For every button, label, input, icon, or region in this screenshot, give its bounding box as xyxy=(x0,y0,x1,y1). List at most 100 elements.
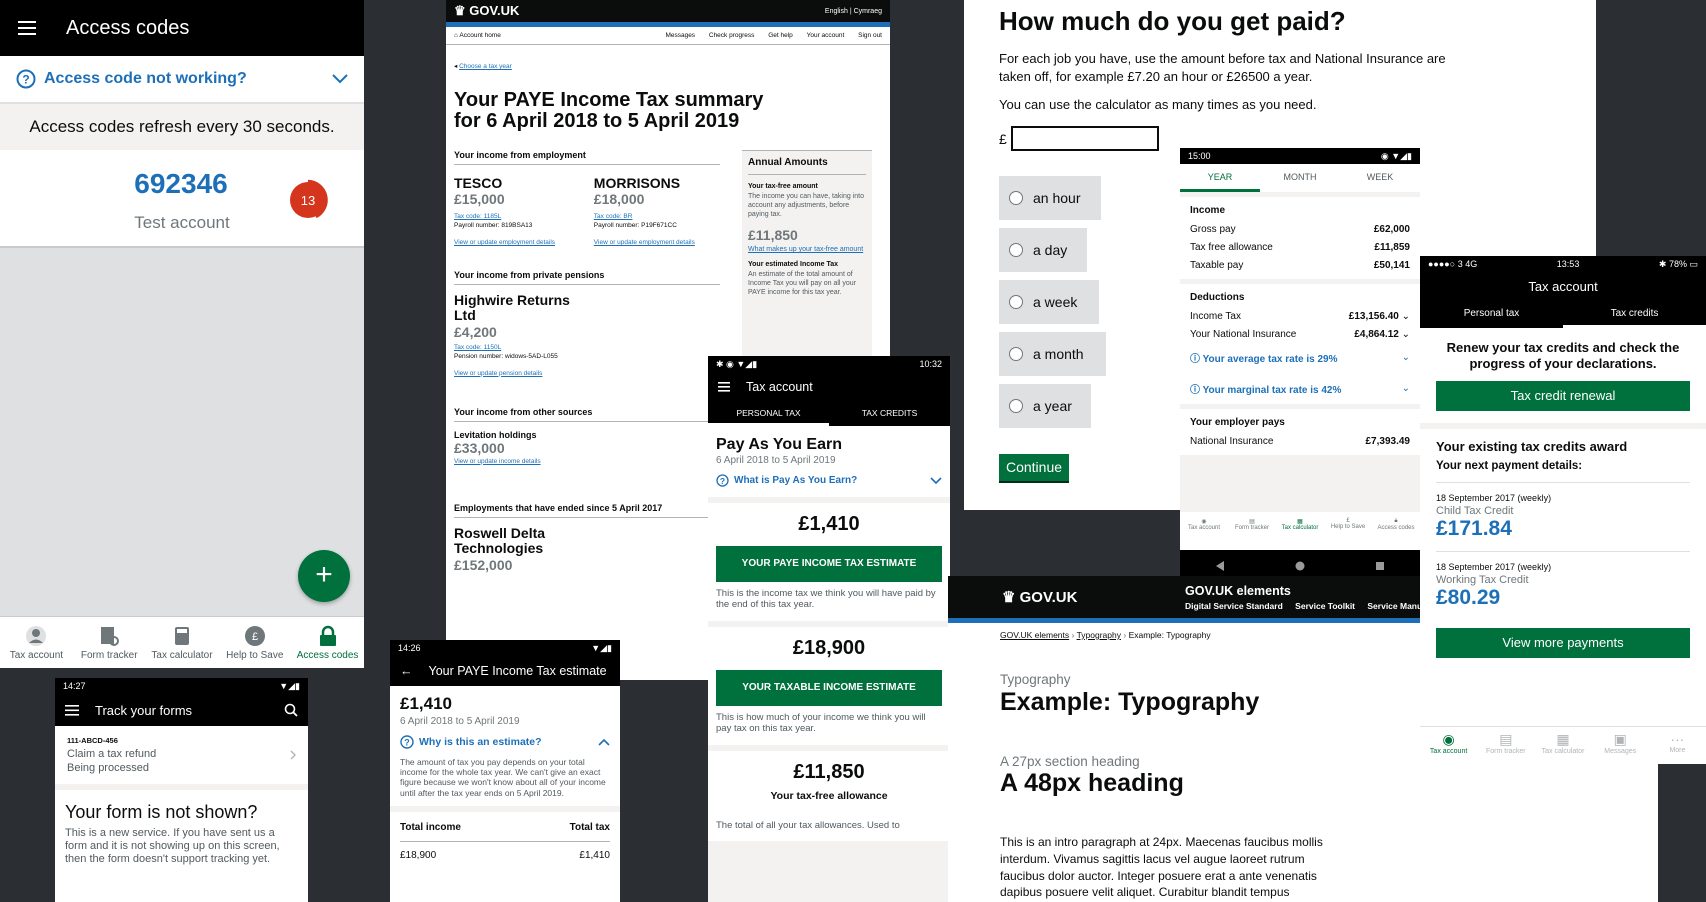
link-service-standard[interactable]: Digital Service Standard xyxy=(1185,601,1283,611)
menu-icon[interactable] xyxy=(18,21,36,35)
help-circle-icon: ⓘ xyxy=(1190,385,1203,396)
tab-tax-credits[interactable]: Tax credits xyxy=(1563,302,1706,328)
continue-button[interactable]: Continue xyxy=(999,454,1069,481)
home-circle-icon[interactable] xyxy=(1295,561,1305,571)
tab-help-to-save[interactable]: £ Help to Save xyxy=(1324,512,1372,550)
status-time: 10:32 xyxy=(919,359,942,369)
radio-label: an hour xyxy=(1033,190,1081,206)
average-rate-toggle[interactable]: ⓘ Your average tax rate is 29% ⌄ xyxy=(1190,350,1410,365)
nav-check-progress[interactable]: Check progress xyxy=(709,32,755,39)
tab-tax-credits[interactable]: TAX CREDITS xyxy=(829,402,950,426)
back-link[interactable]: ◂ Choose a tax year xyxy=(454,62,512,70)
tab-form-tracker[interactable]: Form tracker xyxy=(73,617,146,668)
card-note: The total of all your tax allowances. Us… xyxy=(716,819,900,831)
bottom-tab-bar: ◉ Tax account ▤ Form tracker ▦ Tax calculat… xyxy=(1420,726,1706,764)
tab-month[interactable]: MONTH xyxy=(1260,164,1340,192)
tab-access-codes[interactable]: 🔒︎ Access codes xyxy=(1372,512,1420,550)
account-nav: ⌂ Account home Messages Check progress G… xyxy=(446,27,890,45)
tab-personal-tax[interactable]: Personal tax xyxy=(1420,302,1563,328)
radio-month[interactable]: a month xyxy=(999,332,1106,376)
breadcrumb-link[interactable]: GOV.UK elements xyxy=(1000,630,1069,640)
radio-day[interactable]: a day xyxy=(999,228,1087,272)
tab-personal-tax[interactable]: PERSONAL TAX xyxy=(708,402,829,426)
back-triangle-icon[interactable] xyxy=(1215,561,1225,571)
radio-hour[interactable]: an hour xyxy=(999,176,1101,220)
tab-form-tracker[interactable]: ▤ Form tracker xyxy=(1477,727,1534,764)
nav-sign-out[interactable]: Sign out xyxy=(858,32,882,39)
nav-messages[interactable]: Messages xyxy=(665,32,695,39)
tab-tax-account[interactable]: ◉ Tax account xyxy=(1420,727,1477,764)
menu-icon[interactable] xyxy=(65,704,79,716)
access-code-help-toggle[interactable]: ? Access code not working? xyxy=(0,56,364,104)
status-time: 15:00 xyxy=(1188,151,1211,161)
tab-help-to-save[interactable]: £ Help to Save xyxy=(218,617,291,668)
language-toggle[interactable]: English | Cymraeg xyxy=(825,8,882,15)
crown-icon: ♛ xyxy=(1002,589,1020,606)
tax-credit-renewal-button[interactable]: Tax credit renewal xyxy=(1436,381,1690,412)
page-heading: Your PAYE Income Tax summary for 6 April… xyxy=(454,89,764,132)
tab-week[interactable]: WEEK xyxy=(1340,164,1420,192)
tab-tax-calculator[interactable]: Tax calculator xyxy=(146,617,219,668)
menu-icon[interactable] xyxy=(718,382,730,392)
what-is-paye-toggle[interactable]: ? What is Pay As You Earn? xyxy=(716,474,942,487)
table-row[interactable]: Your National Insurance £4,864.12 ⌄ xyxy=(1190,329,1410,340)
back-arrow-icon[interactable]: ← xyxy=(400,664,413,678)
period-tabs: YEAR MONTH WEEK xyxy=(1180,164,1420,192)
document-icon: ▤ xyxy=(1499,731,1513,747)
help-circle-icon: ? xyxy=(716,474,729,487)
pension-number: Pension number: widows-5AD-L055 xyxy=(454,352,558,360)
nav-your-account[interactable]: Your account xyxy=(807,32,845,39)
update-pension-link[interactable]: View or update pension details xyxy=(454,370,720,377)
paye-estimate-button[interactable]: YOUR PAYE INCOME TAX ESTIMATE xyxy=(716,546,942,582)
ended-employer-amount: £152,000 xyxy=(454,556,513,573)
radio-year[interactable]: a year xyxy=(999,384,1091,428)
why-estimate-toggle[interactable]: ? Why is this an estimate? xyxy=(400,735,610,749)
table-row[interactable]: Income Tax £13,156.40 ⌄ xyxy=(1190,311,1410,322)
tax-code-link[interactable]: Tax code: 1185L xyxy=(454,213,594,220)
nav-home[interactable]: ⌂ Account home xyxy=(454,32,501,39)
recents-square-icon[interactable] xyxy=(1375,561,1385,571)
add-account-button[interactable]: + xyxy=(298,550,350,602)
pay-amount-input[interactable] xyxy=(1010,126,1159,151)
crown-icon: ♛ xyxy=(454,3,470,18)
breadcrumb-link[interactable]: Typography xyxy=(1077,630,1121,640)
column-header: Total tax xyxy=(569,821,610,833)
taxable-income-button[interactable]: YOUR TAXABLE INCOME ESTIMATE xyxy=(716,669,942,706)
nav-get-help[interactable]: Get help xyxy=(768,32,793,39)
marginal-rate-toggle[interactable]: ⓘ Your marginal tax rate is 42% ⌄ xyxy=(1190,381,1410,396)
tax-code-link[interactable]: Tax code: 1150L xyxy=(454,344,720,351)
update-employment-link[interactable]: View or update employment details xyxy=(594,239,720,246)
tab-messages[interactable]: ▣ Messages xyxy=(1592,727,1649,764)
search-icon[interactable] xyxy=(284,703,298,717)
tab-access-codes[interactable]: Access codes xyxy=(291,617,364,668)
radio-circle xyxy=(1009,243,1023,257)
tab-form-tracker[interactable]: ▤ Form tracker xyxy=(1228,512,1276,550)
radio-week[interactable]: a week xyxy=(999,280,1099,324)
tab-year[interactable]: YEAR xyxy=(1180,164,1260,192)
radio-circle xyxy=(1009,295,1023,309)
tab-tax-calculator[interactable]: ▦ Tax calculator xyxy=(1276,512,1324,550)
tax-free-breakdown-link[interactable]: What makes up your tax-free amount xyxy=(748,246,866,253)
tab-more[interactable]: ··· More xyxy=(1649,727,1706,764)
help-label: Access code not working? xyxy=(44,70,247,87)
govuk-logo[interactable]: ♛ GOV.UK xyxy=(1002,588,1185,606)
update-income-link[interactable]: View or update income details xyxy=(454,458,720,465)
help-circle-icon: ? xyxy=(400,735,414,749)
tab-tax-calculator[interactable]: ▦ Tax calculator xyxy=(1534,727,1591,764)
screen-title: Access codes xyxy=(66,16,190,39)
paye-estimate-screen: 14:26 ▼◢▮ ← Your PAYE Income Tax estimate… xyxy=(390,640,620,902)
tab-tax-account[interactable]: Tax account xyxy=(0,617,73,668)
form-reference: 111-ABCD-456 xyxy=(67,736,118,745)
tab-tax-account[interactable]: ◉ Tax account xyxy=(1180,512,1228,550)
missing-form-text: This is a new service. If you have sent … xyxy=(65,827,280,866)
link-service-toolkit[interactable]: Service Toolkit xyxy=(1295,601,1355,611)
form-list-item[interactable]: 111-ABCD-456 Claim a tax refund Being pr… xyxy=(55,726,308,790)
status-bar: ✱ ◉ ▼◢▮ 10:32 xyxy=(708,356,950,372)
govuk-logo[interactable]: ♛ GOV.UK xyxy=(454,3,519,19)
update-employment-link[interactable]: View or update employment details xyxy=(454,239,594,246)
page-heading: How much do you get paid? xyxy=(999,6,1346,36)
table-row: Tax free allowance £11,859 xyxy=(1190,242,1410,253)
tax-code-link[interactable]: Tax code: BR xyxy=(594,213,720,220)
view-more-payments-button[interactable]: View more payments xyxy=(1436,628,1690,659)
site-title[interactable]: GOV.UK elements xyxy=(1185,584,1429,598)
